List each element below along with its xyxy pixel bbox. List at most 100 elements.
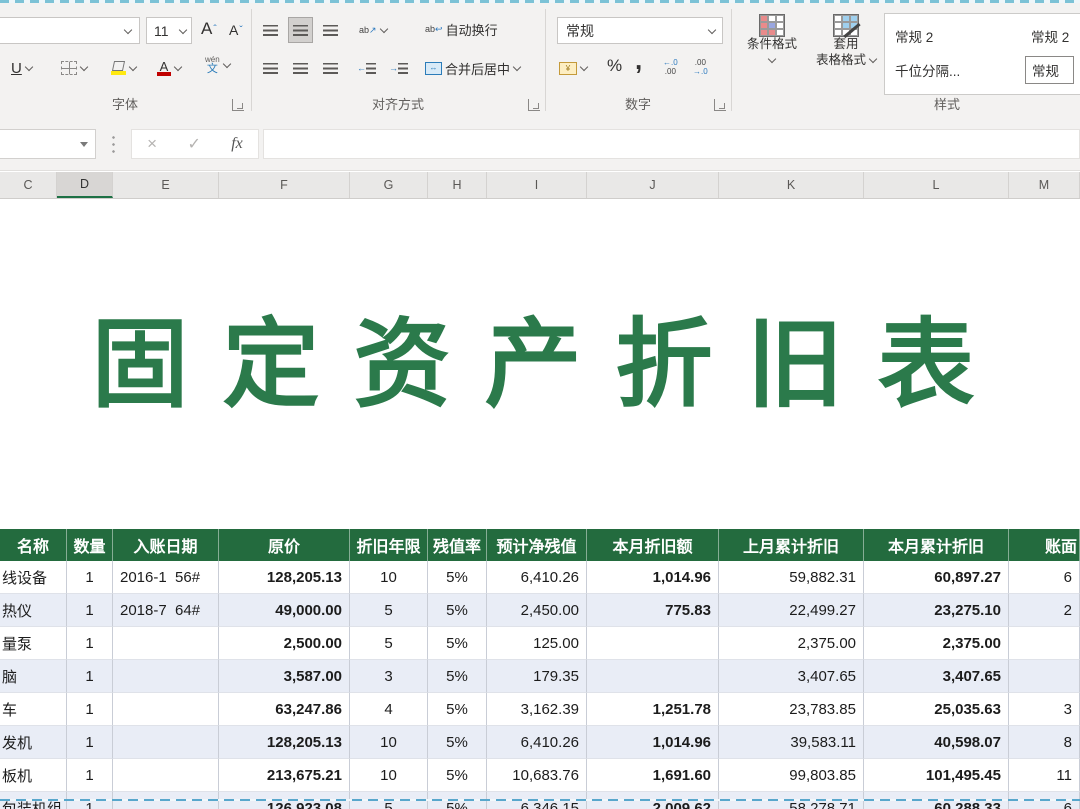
cell[interactable]: 1,691.60 — [587, 759, 719, 792]
cell[interactable]: 213,675.21 — [219, 759, 350, 792]
cell[interactable]: 1 — [67, 726, 113, 759]
column-letter-E[interactable]: E — [113, 172, 219, 198]
align-left-button[interactable] — [258, 55, 283, 81]
cell[interactable]: 1,251.78 — [587, 693, 719, 726]
cell[interactable]: 775.83 — [587, 594, 719, 627]
formula-input[interactable] — [263, 129, 1080, 159]
cell[interactable]: 6,410.26 — [487, 726, 587, 759]
orientation-button[interactable]: ab↗ — [354, 17, 392, 43]
font-name-combo[interactable] — [0, 17, 140, 44]
cell[interactable]: 6,410.26 — [487, 561, 587, 594]
align-center-button[interactable] — [288, 55, 313, 81]
enter-icon[interactable]: ✓ — [187, 134, 200, 154]
font-size-combo[interactable]: 11 — [146, 17, 192, 44]
style-item[interactable]: 常规 2 — [895, 26, 933, 46]
cell[interactable]: 车 — [0, 693, 67, 726]
cell[interactable]: 2,375.00 — [864, 627, 1009, 660]
number-dialog-launcher-icon[interactable] — [714, 99, 726, 111]
column-letter-L[interactable]: L — [864, 172, 1009, 198]
cell[interactable] — [587, 627, 719, 660]
cell[interactable]: 179.35 — [487, 660, 587, 693]
alignment-dialog-launcher-icon[interactable] — [528, 99, 540, 111]
cell[interactable]: 128,205.13 — [219, 726, 350, 759]
cell[interactable]: 39,583.11 — [719, 726, 864, 759]
cell[interactable] — [113, 627, 219, 660]
shrink-font-button[interactable]: Aˇ — [224, 17, 248, 43]
cell[interactable]: 脑 — [0, 660, 67, 693]
name-box[interactable] — [0, 129, 96, 159]
decrease-indent-button[interactable]: ← — [352, 55, 381, 81]
cell[interactable]: 1 — [67, 693, 113, 726]
cell[interactable] — [113, 693, 219, 726]
column-letter-K[interactable]: K — [719, 172, 864, 198]
cell[interactable]: 59,882.31 — [719, 561, 864, 594]
formula-bar-grip[interactable] — [112, 134, 115, 154]
cell[interactable]: 1,014.96 — [587, 561, 719, 594]
cancel-icon[interactable]: × — [147, 134, 157, 154]
cell[interactable]: 5% — [428, 594, 487, 627]
cell[interactable]: 2 — [1009, 594, 1080, 627]
align-top-button[interactable] — [258, 17, 283, 43]
cell[interactable]: 热仪 — [0, 594, 67, 627]
style-item[interactable]: 常规 2 — [1031, 26, 1069, 46]
borders-button[interactable] — [56, 55, 92, 81]
cell[interactable]: 量泵 — [0, 627, 67, 660]
align-right-button[interactable] — [318, 55, 343, 81]
column-letter-F[interactable]: F — [219, 172, 350, 198]
cell[interactable] — [113, 726, 219, 759]
cell[interactable]: 1,014.96 — [587, 726, 719, 759]
column-letter-M[interactable]: M — [1009, 172, 1080, 198]
cell[interactable]: 5 — [350, 594, 428, 627]
cell[interactable] — [113, 759, 219, 792]
cell[interactable]: 3 — [350, 660, 428, 693]
column-letter-C[interactable]: C — [0, 172, 57, 198]
cell[interactable] — [587, 660, 719, 693]
cell[interactable]: 1 — [67, 759, 113, 792]
cell[interactable]: 5% — [428, 693, 487, 726]
insert-function-icon[interactable]: fx — [231, 135, 243, 153]
cell[interactable]: 128,205.13 — [219, 561, 350, 594]
cell[interactable]: 99,803.85 — [719, 759, 864, 792]
cell[interactable]: 60,897.27 — [864, 561, 1009, 594]
align-middle-button[interactable] — [288, 17, 313, 43]
cell[interactable]: 23,275.10 — [864, 594, 1009, 627]
cell[interactable]: 8 — [1009, 726, 1080, 759]
cell[interactable]: 3,587.00 — [219, 660, 350, 693]
header-cell[interactable]: 预计净残值 — [487, 529, 587, 561]
number-format-combo[interactable]: 常规 — [557, 17, 723, 44]
accounting-format-button[interactable]: ¥ — [554, 55, 592, 81]
name-box-dropdown-icon[interactable] — [80, 142, 88, 147]
cell[interactable]: 1 — [67, 660, 113, 693]
cell[interactable]: 40,598.07 — [864, 726, 1009, 759]
cell[interactable]: 101,495.45 — [864, 759, 1009, 792]
cell[interactable]: 2016-1 56# — [113, 561, 219, 594]
header-cell[interactable]: 原价 — [219, 529, 350, 561]
cell[interactable]: 2,450.00 — [487, 594, 587, 627]
comma-style-button[interactable]: , — [630, 47, 647, 73]
header-cell[interactable]: 折旧年限 — [350, 529, 428, 561]
cell[interactable]: 4 — [350, 693, 428, 726]
cell[interactable]: 3,407.65 — [719, 660, 864, 693]
cell[interactable]: 23,783.85 — [719, 693, 864, 726]
cell[interactable]: 5% — [428, 726, 487, 759]
cell[interactable]: 发机 — [0, 726, 67, 759]
grow-font-button[interactable]: Aˆ — [196, 16, 222, 42]
column-letter-D[interactable]: D — [57, 172, 113, 198]
cell[interactable]: 5% — [428, 627, 487, 660]
format-as-table-button[interactable]: 套用 表格格式 — [812, 11, 880, 68]
header-cell[interactable]: 名称 — [0, 529, 67, 561]
cell[interactable] — [1009, 627, 1080, 660]
style-item[interactable]: 常规 — [1025, 56, 1074, 84]
align-bottom-button[interactable] — [318, 17, 343, 43]
cell[interactable]: 2,375.00 — [719, 627, 864, 660]
column-letter-H[interactable]: H — [428, 172, 487, 198]
column-letter-I[interactable]: I — [487, 172, 587, 198]
increase-indent-button[interactable]: → — [384, 55, 413, 81]
cell[interactable]: 25,035.63 — [864, 693, 1009, 726]
conditional-formatting-button[interactable]: 条件格式 — [738, 11, 806, 68]
cell[interactable]: 5% — [428, 561, 487, 594]
increase-decimal-button[interactable]: ←.0 .00 — [658, 55, 683, 81]
header-cell[interactable]: 上月累计折旧 — [719, 529, 864, 561]
column-letter-J[interactable]: J — [587, 172, 719, 198]
cell[interactable]: 2,500.00 — [219, 627, 350, 660]
